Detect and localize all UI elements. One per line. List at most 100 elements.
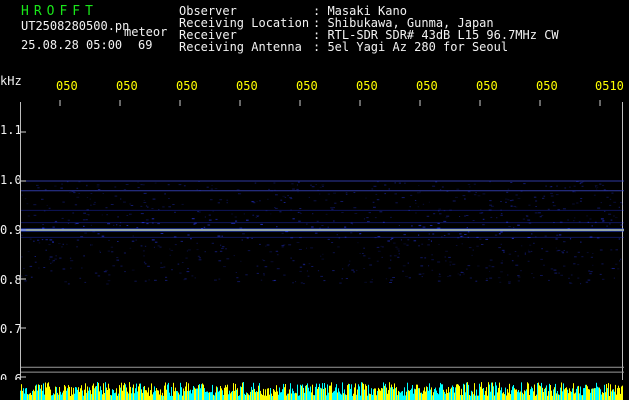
noise-speck xyxy=(251,237,253,239)
noise-bar xyxy=(305,385,306,400)
noise-bar xyxy=(153,392,154,400)
noise-speck xyxy=(587,279,591,281)
noise-bar xyxy=(569,388,570,400)
noise-bar xyxy=(508,392,509,400)
noise-speck xyxy=(435,181,438,183)
noise-bar xyxy=(144,386,145,400)
noise-speck xyxy=(332,270,335,272)
noise-speck xyxy=(376,260,379,262)
noise-bar xyxy=(183,388,184,400)
noise-bar xyxy=(255,392,256,400)
noise-bar xyxy=(331,382,332,400)
noise-speck xyxy=(353,192,356,193)
noise-speck xyxy=(99,250,101,252)
noise-bar xyxy=(78,387,79,400)
noise-bar xyxy=(442,384,443,400)
noise-speck xyxy=(541,248,543,250)
noise-speck xyxy=(321,258,325,260)
noise-bar xyxy=(466,382,467,400)
noise-speck xyxy=(107,280,111,282)
noise-speck xyxy=(426,215,430,217)
noise-speck xyxy=(613,215,615,217)
noise-speck xyxy=(475,192,477,193)
noise-bar xyxy=(579,393,580,400)
noise-speck xyxy=(615,263,618,265)
noise-bar xyxy=(435,387,436,400)
noise-speck xyxy=(508,226,511,228)
noise-speck xyxy=(341,278,343,280)
time-label: 050 xyxy=(56,79,78,93)
noise-speck xyxy=(475,280,478,282)
noise-speck xyxy=(198,211,201,213)
noise-bar xyxy=(157,390,158,400)
noise-bar xyxy=(474,383,475,400)
noise-bar xyxy=(469,395,470,400)
noise-bar xyxy=(309,391,310,400)
noise-bar xyxy=(346,395,347,400)
noise-speck xyxy=(548,279,550,281)
noise-bar xyxy=(337,392,338,400)
noise-speck xyxy=(562,252,565,254)
noise-speck xyxy=(368,212,371,214)
noise-bar xyxy=(516,389,517,400)
noise-bar xyxy=(329,385,330,400)
noise-bar xyxy=(553,389,554,400)
noise-bar xyxy=(554,387,555,400)
noise-speck xyxy=(581,256,584,258)
noise-speck xyxy=(90,204,92,206)
noise-bar xyxy=(21,384,22,400)
noise-speck xyxy=(507,188,510,190)
noise-bar xyxy=(365,384,366,400)
noise-speck xyxy=(405,275,408,277)
noise-speck xyxy=(270,190,274,192)
noise-speck xyxy=(397,256,400,258)
noise-bar xyxy=(609,396,610,400)
noise-bar xyxy=(471,390,472,400)
y-tick-label: 1.0 xyxy=(0,173,22,187)
noise-bar xyxy=(63,390,64,400)
noise-speck xyxy=(429,225,433,226)
noise-bar xyxy=(77,389,78,400)
noise-speck xyxy=(561,251,564,253)
noise-bar xyxy=(387,393,388,400)
noise-bar xyxy=(546,385,547,400)
noise-speck xyxy=(310,184,312,186)
noise-bar xyxy=(450,388,451,400)
noise-speck xyxy=(443,220,447,222)
noise-bar xyxy=(136,383,137,400)
noise-speck xyxy=(69,192,71,194)
noise-bar xyxy=(100,386,101,400)
noise-speck xyxy=(314,232,318,234)
noise-bar xyxy=(593,388,594,400)
noise-speck xyxy=(596,186,599,188)
noise-speck xyxy=(123,252,126,254)
noise-speck xyxy=(24,198,27,200)
noise-speck xyxy=(86,197,89,198)
noise-bar xyxy=(143,386,144,400)
noise-speck xyxy=(421,276,423,278)
noise-bar xyxy=(168,382,169,400)
noise-speck xyxy=(129,203,131,205)
noise-speck xyxy=(187,234,190,236)
noise-speck xyxy=(34,261,37,263)
noise-bar xyxy=(314,395,315,400)
noise-speck xyxy=(485,280,488,281)
noise-speck xyxy=(198,257,201,259)
noise-speck xyxy=(431,269,434,271)
noise-bar xyxy=(122,390,123,400)
noise-bar xyxy=(431,387,432,400)
noise-bar xyxy=(192,389,193,400)
noise-bar xyxy=(350,388,351,400)
noise-speck xyxy=(256,215,260,217)
noise-bar xyxy=(114,393,115,400)
noise-bar xyxy=(36,384,37,400)
noise-bar xyxy=(335,387,336,400)
noise-speck xyxy=(327,226,329,228)
noise-bar xyxy=(290,383,291,400)
noise-bar xyxy=(182,395,183,400)
noise-speck xyxy=(297,212,300,213)
noise-speck xyxy=(78,192,80,194)
noise-speck xyxy=(97,189,101,190)
noise-speck xyxy=(297,191,299,193)
noise-bar xyxy=(131,393,132,400)
